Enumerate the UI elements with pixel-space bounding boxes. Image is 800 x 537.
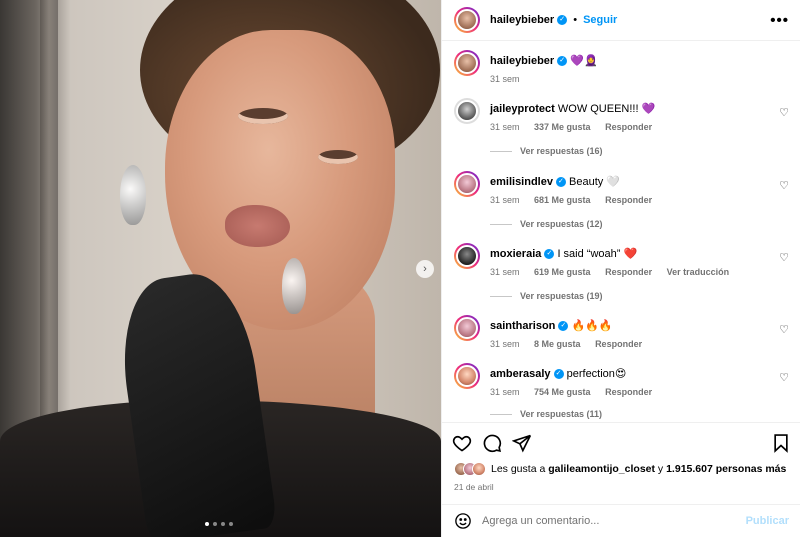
comment-icon[interactable] bbox=[482, 433, 502, 453]
photo-lips bbox=[225, 205, 290, 247]
comment-text: Beauty 🤍 bbox=[569, 176, 621, 188]
heart-icon[interactable] bbox=[452, 433, 472, 453]
verified-icon: ✓ bbox=[557, 15, 568, 25]
carousel-dot bbox=[221, 522, 225, 526]
avatar[interactable] bbox=[454, 243, 480, 269]
avatar[interactable] bbox=[454, 7, 480, 33]
replies-line bbox=[490, 413, 512, 415]
share-icon[interactable] bbox=[512, 433, 532, 453]
comment-likes[interactable]: 754 Me gusta bbox=[534, 387, 591, 397]
follow-button[interactable]: Seguir bbox=[583, 14, 617, 26]
replies-line bbox=[490, 150, 512, 152]
likes-prefix: Les gusta a bbox=[491, 463, 546, 475]
caption-username[interactable]: haileybieber bbox=[490, 55, 554, 67]
view-replies-button[interactable]: Ver respuestas (12) bbox=[490, 219, 603, 229]
likes-text: Les gusta a galileamontijo_closet y 1.91… bbox=[491, 463, 786, 475]
carousel-dot bbox=[229, 522, 233, 526]
carousel-next-button[interactable]: › bbox=[416, 260, 434, 278]
reply-button[interactable]: Responder bbox=[595, 339, 642, 349]
bookmark-icon[interactable] bbox=[771, 433, 791, 453]
comment-likes[interactable]: 337 Me gusta bbox=[534, 122, 591, 132]
likes-count[interactable]: 1.915.607 personas más bbox=[666, 463, 786, 475]
comment-likes[interactable]: 8 Me gusta bbox=[534, 339, 581, 349]
replies-line bbox=[490, 223, 512, 225]
post-dialog: › haileybieber ✓ • Seguir ••• haileybieb… bbox=[0, 0, 800, 537]
avatar[interactable] bbox=[454, 315, 480, 341]
header-username[interactable]: haileybieber bbox=[490, 14, 554, 26]
translate-button[interactable]: Ver traducción bbox=[667, 267, 730, 277]
heart-icon[interactable]: ♡ bbox=[779, 323, 789, 336]
comments-list[interactable]: haileybieber ✓ 💜🧕 31 sem jaileyprotect WO… bbox=[442, 41, 800, 422]
verified-icon: ✓ bbox=[544, 249, 555, 260]
heart-icon[interactable]: ♡ bbox=[779, 371, 789, 384]
photo-earring bbox=[120, 165, 146, 225]
caption-text: 💜🧕 bbox=[570, 55, 598, 67]
reply-button[interactable]: Responder bbox=[605, 122, 652, 132]
post-actions bbox=[442, 422, 800, 464]
header-separator: • bbox=[573, 14, 578, 26]
post-header: haileybieber ✓ • Seguir ••• bbox=[442, 0, 800, 41]
post-sidebar: haileybieber ✓ • Seguir ••• haileybieber… bbox=[441, 0, 800, 537]
avatar[interactable] bbox=[454, 363, 480, 389]
verified-icon: ✓ bbox=[558, 321, 569, 332]
comment-username[interactable]: saintharison bbox=[490, 320, 555, 332]
replies-label: Ver respuestas (11) bbox=[520, 409, 603, 419]
heart-icon[interactable]: ♡ bbox=[779, 179, 789, 192]
view-replies-button[interactable]: Ver respuestas (11) bbox=[490, 409, 602, 419]
avatar[interactable] bbox=[454, 171, 480, 197]
comment-username[interactable]: emilisindlev bbox=[490, 176, 553, 188]
comment-text: WOW QUEEN!!! 💜 bbox=[557, 103, 656, 115]
avatar[interactable] bbox=[454, 50, 480, 76]
carousel-dots bbox=[205, 522, 233, 526]
comment-composer: Publicar bbox=[442, 504, 800, 537]
caption-time: 31 sem bbox=[490, 74, 520, 84]
comment-time: 31 sem bbox=[490, 339, 520, 349]
heart-icon[interactable]: ♡ bbox=[779, 106, 789, 119]
photo-earring bbox=[282, 258, 306, 314]
reply-button[interactable]: Responder bbox=[605, 267, 652, 277]
photo-eye bbox=[238, 108, 288, 124]
replies-label: Ver respuestas (16) bbox=[520, 146, 603, 156]
verified-icon: ✓ bbox=[555, 177, 566, 188]
verified-icon: ✓ bbox=[553, 369, 564, 380]
avatar[interactable] bbox=[454, 98, 480, 124]
likes-summary[interactable]: Les gusta a galileamontijo_closet y 1.91… bbox=[454, 462, 786, 476]
comment-time: 31 sem bbox=[490, 195, 520, 205]
view-replies-button[interactable]: Ver respuestas (16) bbox=[490, 146, 603, 156]
post-comment-button[interactable]: Publicar bbox=[746, 515, 789, 527]
comment-text: I said “woah” ❤️ bbox=[557, 248, 638, 260]
emoji-icon[interactable] bbox=[454, 512, 472, 530]
comment-text: perfection😍 bbox=[566, 368, 627, 380]
replies-label: Ver respuestas (12) bbox=[520, 219, 603, 229]
post-photo[interactable]: › bbox=[0, 0, 441, 537]
carousel-dot bbox=[205, 522, 209, 526]
reply-button[interactable]: Responder bbox=[605, 195, 652, 205]
comment-likes[interactable]: 681 Me gusta bbox=[534, 195, 591, 205]
reply-button[interactable]: Responder bbox=[605, 387, 652, 397]
comment-time: 31 sem bbox=[490, 267, 520, 277]
comment-username[interactable]: amberasaly bbox=[490, 368, 551, 380]
likes-user[interactable]: galileamontijo_closet bbox=[548, 463, 655, 475]
comment-likes[interactable]: 619 Me gusta bbox=[534, 267, 591, 277]
comment-text: 🔥🔥🔥 bbox=[571, 320, 613, 332]
heart-icon[interactable]: ♡ bbox=[779, 251, 789, 264]
photo-eye bbox=[318, 150, 358, 164]
view-replies-button[interactable]: Ver respuestas (19) bbox=[490, 291, 603, 301]
post-date: 21 de abril bbox=[454, 482, 494, 492]
comment-username[interactable]: jaileyprotect bbox=[490, 103, 555, 115]
replies-label: Ver respuestas (19) bbox=[520, 291, 603, 301]
comment-time: 31 sem bbox=[490, 387, 520, 397]
replies-line bbox=[490, 295, 512, 297]
carousel-dot bbox=[213, 522, 217, 526]
more-icon[interactable]: ••• bbox=[770, 12, 789, 29]
comment-input[interactable] bbox=[482, 515, 746, 527]
comment-time: 31 sem bbox=[490, 122, 520, 132]
verified-icon: ✓ bbox=[557, 56, 568, 67]
avatar bbox=[472, 462, 486, 476]
likes-mid: y bbox=[657, 463, 664, 475]
comment-username[interactable]: moxieraia bbox=[490, 248, 541, 260]
